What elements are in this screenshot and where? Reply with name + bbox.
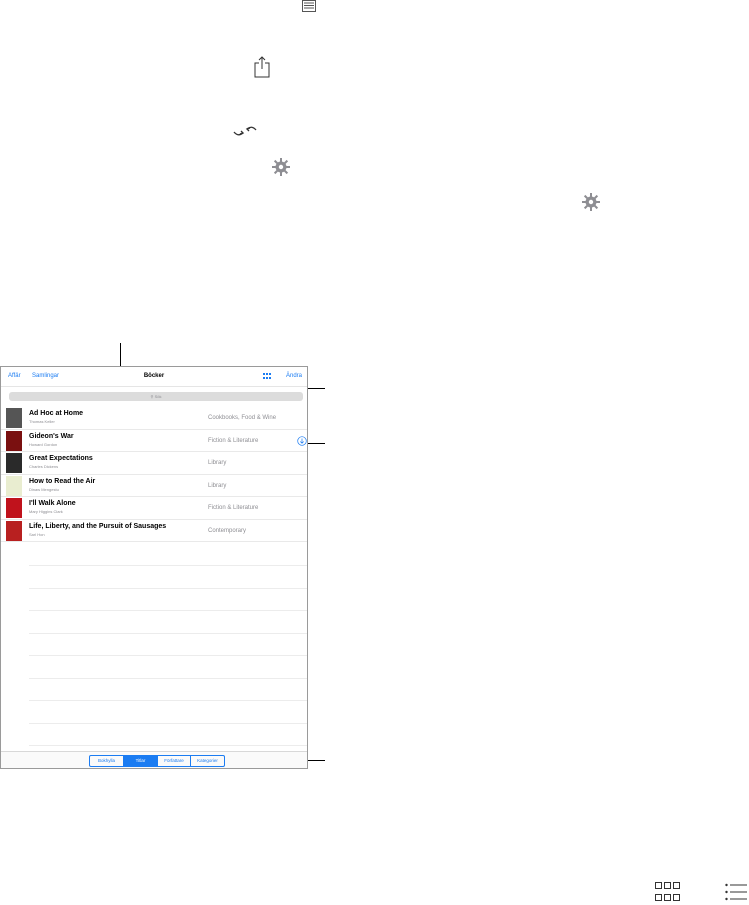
- empty-row-separator: [29, 587, 307, 589]
- book-cover: [6, 453, 22, 473]
- table-row[interactable]: Ad Hoc at Home Thomas Keller Cookbooks, Fo…: [1, 407, 307, 430]
- edit-button[interactable]: Ändra: [286, 373, 302, 379]
- book-category: Library: [208, 460, 227, 466]
- callout-line: [305, 443, 325, 444]
- book-title: Ad Hoc at Home: [29, 410, 84, 417]
- empty-row-separator: [29, 565, 307, 566]
- book-title: Gideon's War: [29, 432, 74, 440]
- book-cover: [6, 520, 22, 541]
- book-author: Charles Dickens: [29, 464, 59, 469]
- table-row[interactable]: Life, Liberty, and the Pursuit of Sausag…: [1, 520, 307, 542]
- gear-icon: [272, 158, 290, 176]
- grid-icon[interactable]: [263, 373, 271, 379]
- book-author: Dinaw Mengestu: [29, 486, 59, 492]
- book-category: Contemporary: [208, 527, 247, 534]
- navigation-bar: Affär Samlingar Böcker Ändra: [1, 367, 307, 387]
- table-row[interactable]: Great Expectations Charles Dickens Library: [1, 452, 307, 475]
- book-cover: [6, 408, 22, 428]
- book-category: Fiction & Literature: [208, 437, 259, 444]
- empty-row-separator: [29, 745, 307, 746]
- book-cover: [6, 475, 22, 496]
- segment-f-rfattare[interactable]: Författare: [158, 756, 191, 766]
- segmented-control: Bokhylla Titlar Författare Kategorier: [89, 755, 225, 767]
- book-author: Thomas Keller: [29, 419, 55, 424]
- search-input[interactable]: ⚲ Sök: [9, 392, 303, 401]
- table-row[interactable]: I'll Walk Alone Mary Higgins Clark Fiction…: [1, 497, 307, 520]
- table-row[interactable]: How to Read the Air Dinaw Mengestu Library: [1, 475, 307, 497]
- book-title: How to Read the Air: [29, 477, 96, 485]
- list-icon: [725, 883, 747, 901]
- empty-row-separator: [29, 655, 307, 656]
- empty-row-separator: [29, 722, 307, 724]
- segment-kategorier[interactable]: Kategorier: [191, 756, 224, 766]
- segment-titlar[interactable]: Titlar: [124, 756, 158, 766]
- book-author: Howard Gordon: [29, 441, 58, 447]
- search-icon: ⚲: [150, 394, 154, 399]
- book-category: Cookbooks, Food & Wine: [208, 415, 277, 421]
- empty-row-separator: [29, 610, 307, 611]
- list-icon: [302, 0, 316, 12]
- sync-icon: [233, 126, 257, 136]
- cloud-download-icon[interactable]: [297, 435, 307, 446]
- page-title: Böcker: [143, 373, 165, 379]
- book-title: Life, Liberty, and the Pursuit of Sausag…: [29, 522, 167, 530]
- book-category: Library: [208, 482, 227, 489]
- search-placeholder: Sök: [154, 394, 162, 399]
- book-author: Sarl Hon: [29, 531, 45, 537]
- empty-row-separator: [29, 700, 307, 701]
- gear-icon: [582, 193, 600, 211]
- ipad-screen: Affär Samlingar Böcker Ändra ⚲ Sök Ad Ho…: [0, 366, 308, 769]
- grid-icon: [655, 882, 680, 901]
- divider: [1, 386, 307, 387]
- book-list: Ad Hoc at Home Thomas Keller Cookbooks, Fo…: [1, 407, 307, 542]
- empty-row-separator: [29, 632, 307, 634]
- book-title: Great Expectations: [29, 455, 93, 462]
- segment-bokhylla[interactable]: Bokhylla: [90, 756, 124, 766]
- empty-row-separator: [29, 677, 307, 679]
- share-icon: [254, 56, 270, 78]
- segment-bar: Bokhylla Titlar Författare Kategorier: [1, 751, 307, 768]
- book-cover: [6, 498, 22, 518]
- table-row[interactable]: Gideon's War Howard Gordon Fiction & Liter…: [1, 430, 307, 452]
- book-category: Fiction & Literature: [208, 505, 259, 511]
- book-title: I'll Walk Alone: [29, 500, 76, 507]
- book-cover: [6, 430, 22, 451]
- book-author: Mary Higgins Clark: [29, 509, 63, 514]
